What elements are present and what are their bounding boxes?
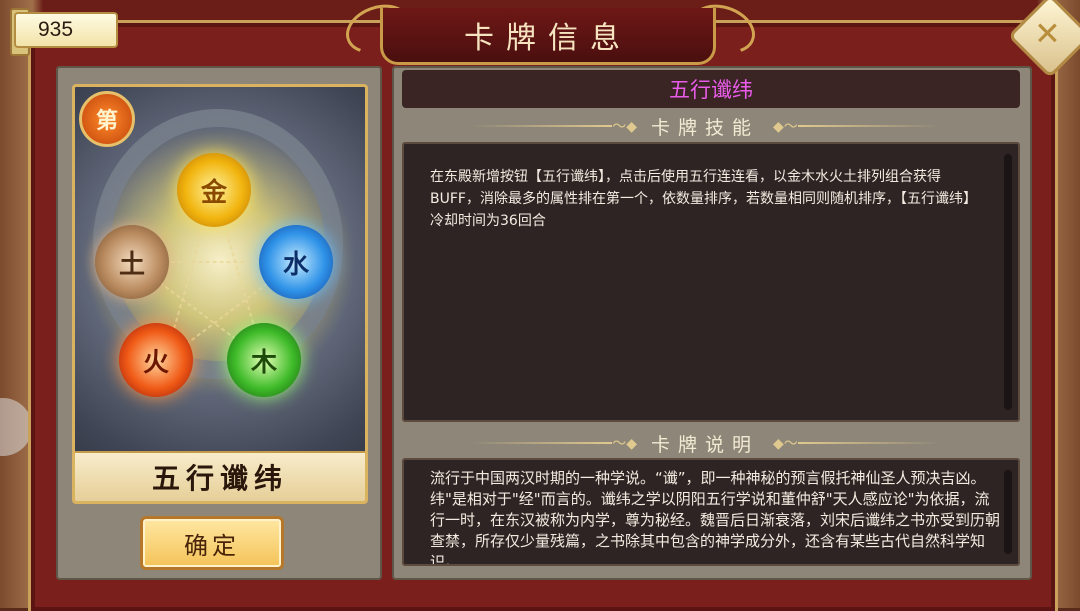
divider-line (797, 442, 941, 444)
currency-badge: 935 (14, 12, 118, 48)
divider-line (470, 442, 613, 444)
desc-text: 流行于中国两汉时期的一种学说。“谶”，即一种神秘的预言假托神仙圣人预决吉凶。纬"… (430, 469, 1001, 566)
element-earth-orb: 土 (95, 225, 169, 299)
section-title-desc: 卡牌说明 (651, 433, 760, 456)
divider-line (470, 125, 613, 127)
skill-title-bar: 五行谶纬 (402, 70, 1020, 108)
swirl-ornament-icon: 〜◆ (612, 119, 637, 135)
swirl-ornament-icon: ◆〜 (773, 119, 798, 135)
close-icon: ✕ (1034, 14, 1061, 53)
skill-title: 五行谶纬 (669, 78, 753, 102)
section-header-skill: 〜◆ 卡牌技能 ◆〜 (470, 113, 941, 139)
element-gold-label: 金 (200, 177, 227, 208)
card-type-label: 第 (95, 108, 118, 134)
title-plaque: 卡牌信息 (380, 8, 716, 65)
element-gold-orb: 金 (177, 153, 251, 227)
card-name: 五行谶纬 (151, 462, 288, 495)
desc-text-box[interactable]: 流行于中国两汉时期的一种学说。“谶”，即一种神秘的预言假托神仙圣人预决吉凶。纬"… (402, 458, 1020, 566)
element-earth-label: 土 (118, 249, 145, 280)
element-fire-label: 火 (142, 347, 169, 378)
swirl-ornament-icon: ◆〜 (773, 436, 798, 452)
confirm-label: 确定 (184, 531, 240, 560)
confirm-button[interactable]: 确定 (140, 516, 284, 570)
element-water-orb: 水 (259, 225, 333, 299)
skill-text-box[interactable]: 在东殿新增按钮【五行谶纬】，点击后使用五行连连看，以金木水火土排列组合获得BUF… (402, 142, 1020, 422)
card-art: 金 水 木 火 土 第 五行谶纬 (72, 84, 368, 504)
element-water-label: 水 (282, 249, 309, 280)
page-title: 卡牌信息 (464, 21, 632, 56)
element-fire-orb: 火 (119, 323, 193, 397)
desc-scrollbar[interactable] (1004, 470, 1012, 554)
swirl-ornament-icon: 〜◆ (612, 436, 637, 452)
element-wood-orb: 木 (227, 323, 301, 397)
skill-scrollbar[interactable] (1004, 154, 1012, 410)
section-title-skill: 卡牌技能 (651, 116, 760, 139)
element-wood-label: 木 (250, 347, 277, 378)
card-type-badge: 第 (79, 91, 135, 147)
card-name-bar: 五行谶纬 (75, 451, 365, 501)
currency-value: 935 (38, 18, 74, 41)
skill-text: 在东殿新增按钮【五行谶纬】，点击后使用五行连连看，以金木水火土排列组合获得BUF… (430, 169, 977, 229)
divider-line (797, 125, 941, 127)
section-header-desc: 〜◆ 卡牌说明 ◆〜 (470, 430, 941, 456)
